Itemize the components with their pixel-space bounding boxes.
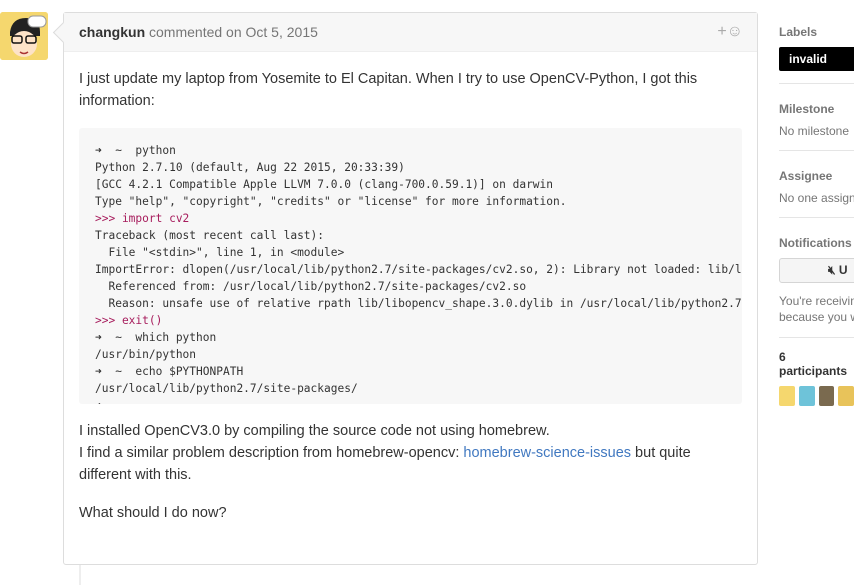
milestone-title[interactable]: Milestone [779,102,854,116]
participant-avatar[interactable] [818,386,835,406]
participant-avatar[interactable] [779,386,795,406]
code-line: Type "help", "copyright", "credits" or "… [95,195,567,208]
participant-avatar[interactable] [798,386,815,406]
author-name[interactable]: changkun [79,24,145,40]
milestone-section: Milestone No milestone [779,102,854,151]
assignee-value: No one assign [779,191,854,205]
timeline-line [79,565,81,585]
comment-meta[interactable]: commented on Oct 5, 2015 [149,24,318,40]
add-reaction-icon[interactable]: +☺ [717,22,743,42]
code-block: ➜ ~ python Python 2.7.10 (default, Aug 2… [79,128,742,404]
assignee-title[interactable]: Assignee [779,169,854,183]
notifications-section: Notifications 🔇︎ U You're receivin becau… [779,236,854,338]
homebrew-issues-link[interactable]: homebrew-science-issues [463,445,631,461]
label-invalid[interactable]: invalid [779,47,854,71]
code-line: [GCC 4.2.1 Compatible Apple LLVM 7.0.0 (… [95,178,554,191]
comment-header: changkun commented on Oct 5, 2015 +☺ [64,13,757,52]
participants-title: 6 participants [779,350,848,378]
code-line: ImportError: dlopen(/usr/local/lib/pytho… [95,263,742,276]
labels-title[interactable]: Labels [779,25,854,39]
unsubscribe-label: U [838,263,848,277]
notifications-title: Notifications [779,236,852,250]
code-line: File "<stdin>", line 1, in <module> [95,246,345,259]
code-line: Reason: unsafe use of relative rpath lib… [95,297,742,310]
issue-comment: changkun commented on Oct 5, 2015 +☺ I j… [52,12,758,565]
unsubscribe-button[interactable]: 🔇︎ U [779,258,854,283]
notif-text-1: You're receivin [779,294,854,308]
labels-section: Labels invalid [779,25,854,84]
code-line: >>> import cv2 [95,212,190,225]
participants-list [779,386,854,406]
notif-text-2: because you w [779,310,854,324]
code-line: ➜ ~ echo $PYTHONPATH [95,365,244,378]
code-line: ➜ ~ which python [95,331,217,344]
participants-section: 6 participants [779,350,854,406]
paragraph-intro: I just update my laptop from Yosemite to… [79,71,698,109]
comment-body: I just update my laptop from Yosemite to… [64,52,757,556]
code-line: Referenced from: /usr/local/lib/python2.… [95,280,527,293]
participant-avatar[interactable] [838,386,854,406]
paragraph-details: I installed OpenCV3.0 by compiling the s… [79,420,742,486]
mute-icon: 🔇︎ [828,263,836,277]
paragraph-question: What should I do now? [79,505,227,521]
code-line: >>> exit() [95,314,163,327]
details-line-1: I installed OpenCV3.0 by compiling the s… [79,423,550,439]
code-line: Python 2.7.10 (default, Aug 22 2015, 20:… [95,161,405,174]
assignee-section: Assignee No one assign [779,169,854,218]
issue-sidebar: Labels invalid Milestone No milestone As… [779,0,854,585]
code-line: Traceback (most recent call last): [95,229,325,242]
notifications-reason: You're receivin because you w [779,293,854,325]
code-line: ➜ ~ [95,399,122,404]
code-line: ➜ ~ python [95,144,176,157]
milestone-value: No milestone [779,124,850,138]
author-avatar[interactable] [0,12,48,60]
details-line-2-pre: I find a similar problem description fro… [79,445,464,461]
code-line: /usr/bin/python [95,348,197,361]
code-line: /usr/local/lib/python2.7/site-packages/ [95,382,358,395]
